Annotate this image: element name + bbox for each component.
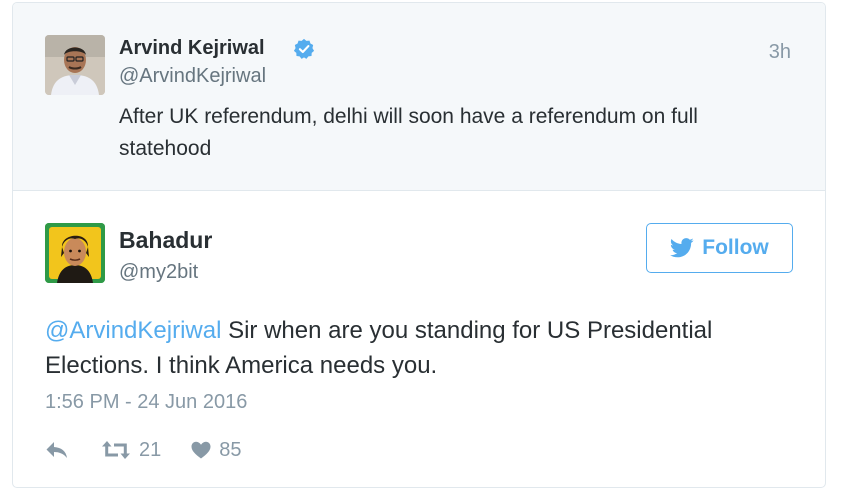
- retweet-button[interactable]: 21: [101, 439, 161, 462]
- reply-icon: [46, 442, 67, 458]
- twitter-bird-icon: [670, 238, 694, 258]
- reply-button[interactable]: [45, 441, 69, 459]
- mention-link[interactable]: @ArvindKejriwal: [45, 317, 221, 344]
- parent-tweet-text: After UK referendum, delhi will soon hav…: [119, 105, 698, 160]
- follow-button[interactable]: Follow: [646, 223, 793, 273]
- follow-button-label: Follow: [702, 236, 769, 259]
- parent-timestamp[interactable]: 3h: [769, 41, 791, 64]
- reply-timestamp[interactable]: 1:56 PM - 24 Jun 2016: [45, 391, 247, 414]
- retweet-icon: [102, 441, 130, 459]
- reply-author-name[interactable]: Bahadur: [119, 227, 212, 254]
- tweet-actions: 21 85: [45, 435, 242, 465]
- parent-avatar[interactable]: [45, 35, 105, 95]
- retweet-count: 21: [139, 438, 162, 461]
- like-count: 85: [219, 438, 242, 461]
- reply-author-handle[interactable]: @my2bit: [119, 261, 198, 284]
- like-button[interactable]: 85: [191, 438, 242, 462]
- embedded-tweet-card: Arvind Kejriwal @ArvindKejriwal 3h After…: [12, 2, 826, 488]
- heart-icon: [191, 441, 211, 459]
- reply-avatar[interactable]: [45, 223, 105, 283]
- verified-badge-icon: [293, 38, 315, 59]
- reply-tweet-text: @ArvindKejriwal Sir when are you standin…: [45, 313, 805, 383]
- parent-author-handle[interactable]: @ArvindKejriwal: [119, 65, 266, 88]
- parent-author-name[interactable]: Arvind Kejriwal: [119, 37, 265, 60]
- parent-tweet[interactable]: Arvind Kejriwal @ArvindKejriwal 3h After…: [13, 3, 825, 191]
